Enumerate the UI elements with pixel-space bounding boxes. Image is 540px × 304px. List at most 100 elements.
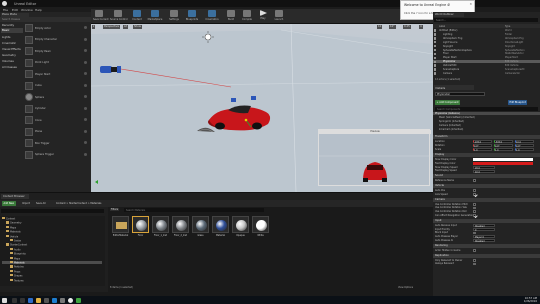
content-browser-tab[interactable]: Content Browser <box>1 194 29 199</box>
property-checkbox[interactable] <box>473 231 476 235</box>
asset-tile-white[interactable]: White <box>252 216 269 238</box>
folder-startercontent[interactable]: StarterContent <box>2 243 27 247</box>
category-volumes[interactable]: Volumes <box>1 59 23 64</box>
folder-geometry[interactable]: Geometry <box>2 221 21 225</box>
folder-blueprints[interactable]: Blueprints <box>2 252 26 255</box>
show-button[interactable]: Show <box>133 25 142 29</box>
column-label[interactable]: Label <box>439 25 445 28</box>
grid-snap-value[interactable]: 10 <box>377 25 383 29</box>
property-checkbox[interactable] <box>473 179 476 183</box>
property-value[interactable]: 20.0 <box>473 165 495 170</box>
help-icon[interactable] <box>84 106 87 110</box>
property-value[interactable]: 0 <box>473 227 495 232</box>
folder-materials[interactable]: Materials <box>2 230 21 233</box>
place-item-empty-character[interactable]: Empty Character <box>25 35 87 46</box>
app-icon[interactable] <box>76 297 81 303</box>
component-row[interactable]: PhysicsCar (Instance) <box>433 112 540 116</box>
visibility-eye-icon[interactable] <box>434 60 437 63</box>
outliner-row[interactable]: Player Start PlayerStart <box>433 56 540 59</box>
location-y-field[interactable]: -345.0 <box>494 140 513 144</box>
category-visual-effects[interactable]: Visual Effects <box>1 47 23 52</box>
component-row[interactable]: SpringArm (Inherited) <box>433 120 540 123</box>
visibility-eye-icon[interactable] <box>434 72 437 75</box>
category-geometry[interactable]: Geometry <box>1 53 23 58</box>
visibility-eye-icon[interactable] <box>434 52 437 56</box>
scale-y-field[interactable]: 1.0 <box>494 148 513 152</box>
store-icon[interactable] <box>44 297 49 303</box>
epic-launcher-icon[interactable] <box>60 297 65 303</box>
camera-section-header[interactable]: Camera <box>433 197 540 202</box>
folder-textures[interactable]: Textures <box>2 278 24 282</box>
visibility-eye-icon[interactable] <box>434 64 437 67</box>
visibility-eye-icon[interactable] <box>434 29 437 32</box>
rotation-z-field[interactable]: 0.0° <box>515 144 534 148</box>
asset-tile-floor-1-inst[interactable]: Floor_1_Inst <box>152 216 169 238</box>
camera-actor-icon[interactable] <box>100 66 121 73</box>
property-checkbox[interactable] <box>473 248 476 252</box>
edge-browser-icon[interactable] <box>28 297 33 303</box>
category-all-classes[interactable]: All Classes <box>1 65 23 70</box>
toolbar-source-control-button[interactable]: Source Control <box>110 10 128 23</box>
unreal-editor-taskbar-icon[interactable] <box>68 297 73 303</box>
level-viewport[interactable]: ▾ Perspective Lit Show 10 10° 0.25 4 Pre… <box>91 24 433 192</box>
sound-section-header[interactable]: Sound <box>433 174 540 179</box>
outliner-row[interactable]: SkyLight SkyLight <box>433 45 540 48</box>
modes-search-input[interactable]: Search Classes <box>2 18 20 21</box>
windows-start-icon[interactable] <box>2 297 7 303</box>
folder-sedan[interactable]: Sedan <box>2 239 21 242</box>
place-item-sphere-trigger[interactable]: Sphere Trigger <box>25 150 87 161</box>
folder-audio[interactable]: Audio <box>2 247 21 251</box>
asset-tile-material[interactable]: Material <box>212 216 229 238</box>
property-value[interactable]: 40.0 <box>473 169 495 174</box>
place-item-point-light[interactable]: Point Light <box>25 58 87 69</box>
help-icon[interactable] <box>84 118 87 121</box>
property-checkbox[interactable] <box>473 210 476 214</box>
help-icon[interactable] <box>84 72 87 75</box>
task-view-icon[interactable] <box>20 297 25 303</box>
asset-search-input[interactable]: Search Materials <box>124 208 264 212</box>
property-value[interactable]: Disabled <box>473 223 495 228</box>
color-swatch[interactable] <box>473 162 533 165</box>
outliner-tab[interactable]: World Outliner <box>434 13 464 17</box>
details-tab[interactable]: Details <box>434 85 474 90</box>
help-icon[interactable] <box>84 141 87 144</box>
outliner-search-input[interactable]: Search... <box>434 18 538 22</box>
place-item-box-trigger[interactable]: Box Trigger <box>25 138 87 149</box>
outliner-row[interactable]: SphereReflectionCapture SphereReflection <box>433 49 540 52</box>
toolbar-blueprints-button[interactable]: Blueprints <box>184 10 200 23</box>
category-lights[interactable]: Lights <box>1 35 23 40</box>
toolbar-build-button[interactable]: Build <box>225 10 237 23</box>
folder-props[interactable]: Props <box>2 269 20 273</box>
category-basic[interactable]: Basic <box>1 28 23 33</box>
property-checkbox[interactable] <box>473 189 476 192</box>
toolbar-launch-button[interactable]: Launch <box>273 10 285 23</box>
visibility-eye-icon[interactable] <box>434 33 437 36</box>
toolbar-settings-button[interactable]: Settings <box>168 10 180 23</box>
folder-materials[interactable]: Materials <box>2 261 102 265</box>
toolbar-cinematics-button[interactable]: Cinematics <box>204 10 220 23</box>
display-section-header[interactable]: Display <box>433 153 540 157</box>
asset-tile-floor[interactable]: Floor <box>132 216 149 238</box>
help-icon[interactable] <box>84 60 87 64</box>
help-icon[interactable] <box>84 37 87 41</box>
visibility-eye-icon[interactable] <box>434 68 437 71</box>
asset-tile-editormaterial[interactable]: EditorMaterial <box>112 216 129 238</box>
search-icon[interactable] <box>12 297 17 303</box>
help-icon[interactable] <box>84 26 87 29</box>
outliner-row[interactable]: VehicleHUD Edit Vehicle <box>433 64 540 67</box>
toolbar-save-button[interactable]: Save Current <box>93 10 109 23</box>
vehicle-section-header[interactable]: Vehicle <box>433 184 540 188</box>
column-type[interactable]: Type <box>505 25 510 28</box>
place-item-cylinder[interactable]: Cylinder <box>25 104 87 115</box>
toolbar-content-button[interactable]: Content <box>131 10 143 23</box>
perspective-button[interactable]: Perspective <box>103 25 121 29</box>
rendering-section-header[interactable]: Rendering <box>433 243 540 248</box>
add-component-button[interactable]: + Add Component <box>435 100 461 105</box>
mail-icon[interactable] <box>52 297 57 303</box>
location-z-field[interactable]: 10.0 <box>515 140 534 144</box>
camera-speed-value[interactable]: 4 <box>419 25 423 29</box>
outliner-row[interactable]: Lighting Folder <box>433 33 540 36</box>
view-options-button[interactable]: View Options <box>398 286 413 289</box>
component-row[interactable]: Mesh (VehicleMesh) (Inherited) <box>433 116 540 119</box>
component-row[interactable]: Camera (Inherited) <box>433 124 540 127</box>
